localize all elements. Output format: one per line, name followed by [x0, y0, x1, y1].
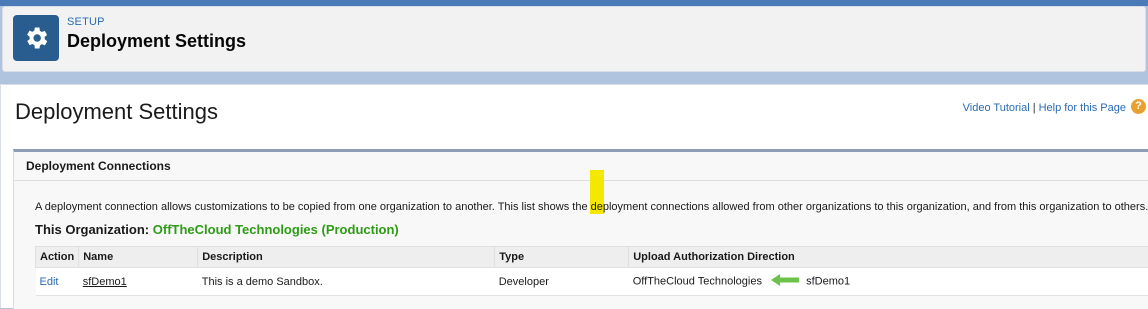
upload-direction-cell: OffTheCloud Technologies sfDemo1 [629, 268, 1148, 296]
help-page-link[interactable]: Help for this Page [1039, 102, 1126, 114]
help-icon[interactable]: ? [1131, 99, 1146, 114]
panel-title: Deployment Connections [26, 159, 171, 173]
connection-name-link[interactable]: sfDemo1 [83, 276, 127, 288]
connection-description: This is a demo Sandbox. [198, 268, 495, 296]
column-header-action: Action [36, 247, 79, 268]
help-links: Video Tutorial|Help for this Page [963, 102, 1126, 114]
panel-description: A deployment connection allows customiza… [35, 201, 1148, 213]
left-arrow-icon [771, 274, 799, 289]
column-header-type: Type [495, 247, 629, 268]
org-label: This Organization: [35, 222, 149, 237]
direction-from: OffTheCloud Technologies [633, 275, 762, 287]
table-header-row: Action Name Description Type Upload Auth… [36, 247, 1148, 268]
edit-link[interactable]: Edit [40, 276, 59, 288]
header-title: Deployment Settings [67, 31, 246, 52]
direction-to: sfDemo1 [806, 275, 850, 287]
table-row: Edit sfDemo1 This is a demo Sandbox. Dev… [36, 268, 1148, 296]
connection-type: Developer [495, 268, 629, 296]
video-tutorial-link[interactable]: Video Tutorial [963, 102, 1030, 114]
organization-line: This Organization: OffTheCloud Technolog… [35, 222, 399, 237]
panel-header: Deployment Connections [14, 152, 1148, 181]
setup-header: SETUP Deployment Settings [2, 6, 1146, 72]
org-name: OffTheCloud Technologies (Production) [153, 222, 399, 237]
column-header-description: Description [198, 247, 495, 268]
column-header-name: Name [79, 247, 198, 268]
connections-table: Action Name Description Type Upload Auth… [35, 246, 1148, 296]
setup-label: SETUP [67, 16, 105, 28]
deployment-connections-panel: Deployment Connections A deployment conn… [13, 149, 1148, 309]
gear-icon [13, 15, 59, 61]
column-header-direction: Upload Authorization Direction [629, 247, 1148, 268]
help-separator: | [1030, 102, 1039, 114]
page-title: Deployment Settings [15, 99, 218, 125]
content-area: Deployment Settings Video Tutorial|Help … [0, 84, 1148, 308]
